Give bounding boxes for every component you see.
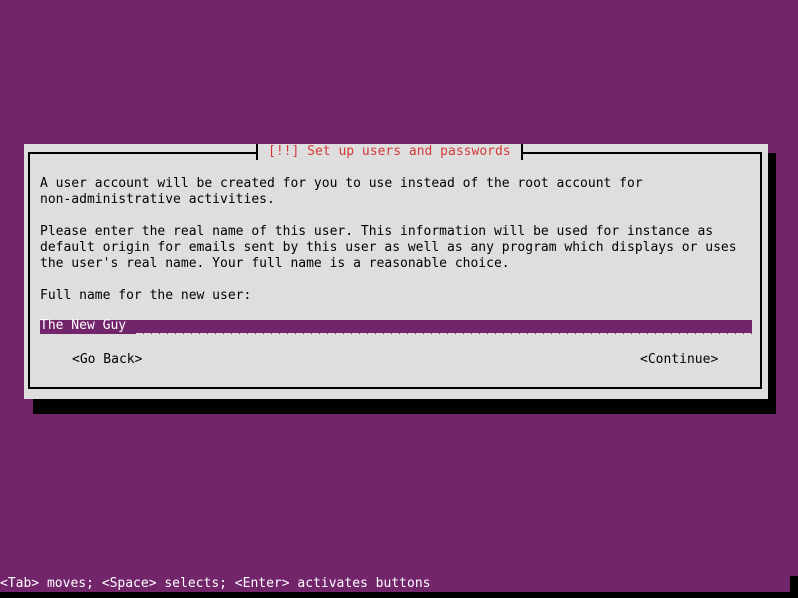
intro-line-1: A user account will be created for you t…	[40, 176, 643, 191]
input-underline	[136, 333, 752, 334]
info-line-1: Please enter the real name of this user.…	[40, 224, 714, 239]
status-bar-edge	[790, 576, 798, 592]
info-line-2: default origin for emails sent by this u…	[40, 240, 737, 255]
dialog-title: [!!] Set up users and passwords	[256, 144, 523, 160]
go-back-button[interactable]: <Go Back>	[72, 352, 142, 368]
status-bar: <Tab> moves; <Space> selects; <Enter> ac…	[0, 576, 798, 592]
bottom-strip	[0, 592, 798, 598]
full-name-input[interactable]: The New Guy	[40, 318, 752, 334]
full-name-value[interactable]: The New Guy	[40, 318, 126, 334]
info-line-3: the user's real name. Your full name is …	[40, 256, 510, 271]
setup-users-dialog: [!!] Set up users and passwords A user a…	[24, 144, 768, 399]
continue-button[interactable]: <Continue>	[640, 352, 718, 368]
intro-line-2: non-administrative activities.	[40, 192, 275, 207]
full-name-label: Full name for the new user:	[40, 288, 252, 303]
